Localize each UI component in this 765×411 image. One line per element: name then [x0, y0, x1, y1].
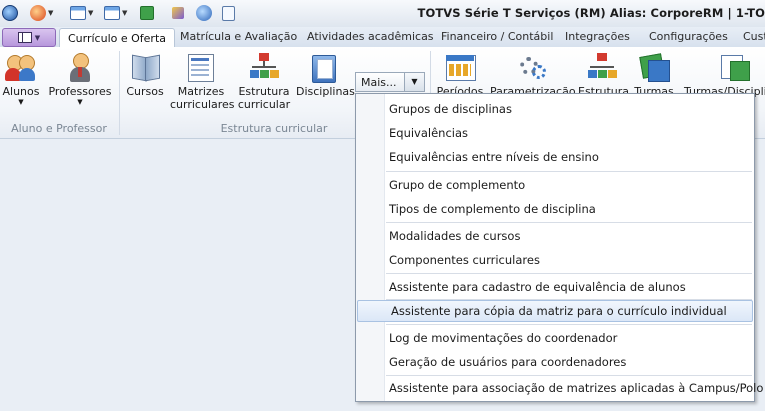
- tab-financeiro-contabil[interactable]: Financeiro / Contábil: [441, 27, 553, 47]
- calendar-icon: [444, 51, 476, 83]
- periodos-button[interactable]: Períodos: [436, 51, 484, 98]
- menu-item-equivalencias-niveis[interactable]: Equivalências entre níveis de ensino: [356, 146, 754, 168]
- chevron-down-icon: ▼: [18, 98, 24, 106]
- menu-item-componentes-curriculares[interactable]: Componentes curriculares: [356, 249, 754, 271]
- estrutura-label-line2: curricular: [237, 98, 291, 111]
- estrutura-curricular-button[interactable]: Estrutura curricular: [236, 51, 292, 111]
- matrizes-curriculares-button[interactable]: Matrizes curriculares: [170, 51, 235, 111]
- chevron-down-icon: ▼: [122, 9, 128, 17]
- menu-separator: [386, 222, 752, 223]
- help-icon: [196, 5, 212, 21]
- pin-icon: [172, 7, 184, 19]
- menu-item-geracao-usuarios-coordenadores[interactable]: Geração de usuários para coordenadores: [356, 351, 754, 373]
- menu-item-grupo-de-complemento[interactable]: Grupo de complemento: [356, 174, 754, 196]
- parametrizacao-button[interactable]: Parametrização: [490, 51, 576, 98]
- gears-icon: [516, 51, 548, 83]
- tab-configuracoes[interactable]: Configurações: [649, 27, 728, 47]
- window-icon: [70, 6, 86, 20]
- layout-button[interactable]: ▼: [104, 5, 127, 21]
- group-label-aluno-e-professor: Aluno e Professor: [11, 122, 107, 135]
- tab-matricula-e-avaliacao[interactable]: Matrícula e Avaliação: [180, 27, 297, 47]
- application-menu-icon: [17, 32, 32, 43]
- structure-icon: [586, 51, 618, 83]
- globe-button[interactable]: ▼: [30, 5, 53, 21]
- disciplinas-label: Disciplinas: [296, 85, 355, 98]
- class-discipline-icon: [718, 51, 750, 83]
- matrizes-label-line2: curriculares: [170, 98, 235, 111]
- title-bar: ▼ ▼ ▼ TOTVS Série T Serviços (RM) Alias:…: [0, 0, 765, 28]
- application-menu-button[interactable]: ▼: [2, 28, 56, 47]
- class-icon: [638, 51, 670, 83]
- menu-item-grupos-de-disciplinas[interactable]: Grupos de disciplinas: [356, 98, 754, 120]
- disciplinas-button[interactable]: Disciplinas: [296, 51, 355, 98]
- pin-button[interactable]: [172, 5, 184, 21]
- mais-label[interactable]: Mais...: [355, 72, 405, 92]
- folder-icon: [308, 51, 340, 83]
- estrutura-label-line1: Estrutura: [238, 85, 290, 98]
- menu-item-equivalencias[interactable]: Equivalências: [356, 122, 754, 144]
- matrizes-label-line1: Matrizes: [177, 85, 225, 98]
- structure-icon: [248, 51, 280, 83]
- export-icon: [140, 6, 154, 20]
- matrix-icon: [185, 51, 217, 83]
- ribbon-tab-bar: ▼ Currículo e Oferta Matrícula e Avaliaç…: [0, 27, 765, 48]
- turmas-disciplinas-button[interactable]: Turmas/Disciplinas: [684, 51, 765, 98]
- tab-customizacao[interactable]: Cust: [743, 27, 765, 47]
- menu-separator: [386, 324, 752, 325]
- alunos-button[interactable]: Alunos ▼: [2, 51, 40, 106]
- chevron-down-icon: ▼: [34, 33, 41, 42]
- window-button[interactable]: ▼: [70, 5, 93, 21]
- menu-item-assistente-associacao-matrizes[interactable]: Assistente para associação de matrizes a…: [356, 377, 763, 399]
- app-logo-icon: [2, 5, 18, 21]
- tab-integracoes[interactable]: Integrações: [565, 27, 630, 47]
- professores-button[interactable]: Professores ▼: [48, 51, 112, 106]
- menu-separator: [386, 273, 752, 274]
- document-button[interactable]: [222, 5, 235, 21]
- menu-separator: [386, 375, 752, 376]
- chevron-down-icon: ▼: [48, 9, 54, 17]
- students-icon: [5, 51, 37, 83]
- professores-label: Professores: [48, 85, 112, 98]
- cursos-label: Cursos: [126, 85, 164, 98]
- app-logo[interactable]: [2, 5, 18, 21]
- export-button[interactable]: [140, 5, 154, 21]
- chevron-down-icon: ▼: [88, 9, 94, 17]
- teacher-icon: [64, 51, 96, 83]
- chevron-down-icon[interactable]: ▼: [405, 72, 425, 92]
- menu-item-modalidades-de-cursos[interactable]: Modalidades de cursos: [356, 225, 754, 247]
- tab-atividades-academicas[interactable]: Atividades acadêmicas: [307, 27, 434, 47]
- cursos-button[interactable]: Cursos: [124, 51, 166, 98]
- menu-separator: [386, 171, 752, 172]
- layout-icon: [104, 6, 120, 20]
- book-icon: [129, 51, 161, 83]
- window-title: TOTVS Série T Serviços (RM) Alias: Corpo…: [417, 6, 765, 20]
- document-icon: [222, 5, 235, 21]
- turmas-button[interactable]: Turmas: [630, 51, 678, 98]
- menu-item-log-movimentacoes[interactable]: Log de movimentações do coordenador: [356, 327, 754, 349]
- help-button[interactable]: [196, 5, 212, 21]
- alunos-label: Alunos: [2, 85, 40, 98]
- chevron-down-icon: ▼: [77, 98, 83, 106]
- menu-item-assistente-copia-matriz[interactable]: Assistente para cópia da matriz para o c…: [357, 300, 753, 322]
- mais-dropdown-menu: Grupos de disciplinas Equivalências Equi…: [355, 93, 763, 402]
- tab-curriculo-e-oferta[interactable]: Currículo e Oferta: [59, 28, 176, 48]
- menu-item-assistente-equivalencia-alunos[interactable]: Assistente para cadastro de equivalência…: [356, 276, 754, 298]
- estrutura-right-button[interactable]: Estrutura: [578, 51, 629, 98]
- globe-icon: [30, 5, 46, 21]
- menu-item-tipos-de-complemento[interactable]: Tipos de complemento de disciplina: [356, 198, 754, 220]
